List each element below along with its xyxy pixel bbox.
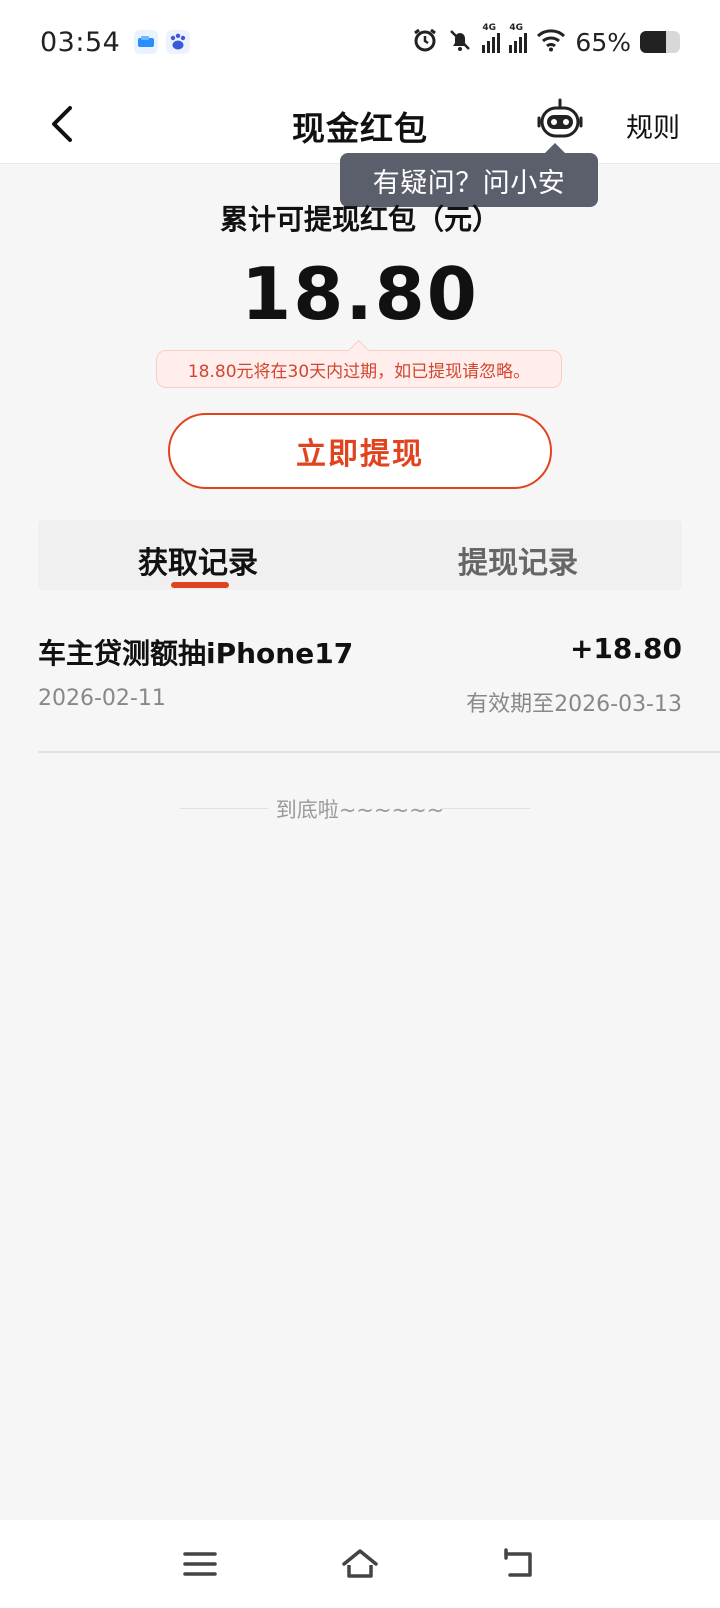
network-type-label: 4G: [482, 23, 497, 33]
status-bar: 03:54 4G 4G 65%: [0, 0, 720, 84]
divider: [38, 751, 720, 753]
record-amount: +18.80: [569, 632, 682, 665]
summary-label: 累计可提现红包（元）: [219, 203, 500, 236]
active-tab-indicator: [171, 582, 229, 588]
record-tabs: 获取记录 提现记录: [38, 520, 682, 590]
withdraw-button[interactable]: 立即提现: [168, 413, 552, 489]
list-end-text: 到底啦~~~~~~: [275, 798, 445, 822]
record-expiry: 有效期至2026-03-13: [466, 692, 682, 717]
assistant-robot-icon[interactable]: [536, 96, 584, 144]
status-time: 03:54: [40, 26, 121, 58]
signal-icon-2: 4G: [509, 23, 528, 53]
battery-percent: 65%: [575, 27, 631, 57]
baidu-paw-icon: [166, 30, 191, 54]
network-type-label: 4G: [509, 23, 524, 33]
cloud-app-icon: [134, 30, 159, 54]
home-icon[interactable]: [336, 1542, 384, 1586]
menu-icon[interactable]: [176, 1542, 224, 1586]
mute-bell-icon: [447, 27, 473, 57]
notification-icons: [134, 30, 191, 54]
battery-icon: [640, 31, 680, 53]
list-item[interactable]: 车主贷测额抽iPhone17 +18.80 2026-02-11 有效期至202…: [38, 632, 682, 752]
record-title: 车主贷测额抽iPhone17: [38, 637, 354, 670]
summary-amount: 18.80: [241, 252, 479, 336]
alarm-icon: [412, 27, 438, 57]
page-title: 现金红包: [292, 109, 428, 148]
back-icon[interactable]: [496, 1542, 544, 1586]
tab-earn-records[interactable]: 获取记录: [138, 538, 258, 582]
rules-link[interactable]: 规则: [626, 106, 680, 145]
status-indicators: 4G 4G 65%: [412, 23, 680, 57]
tab-withdraw-records[interactable]: 提现记录: [458, 538, 578, 582]
wifi-icon: [536, 28, 566, 56]
nav-bar: 现金红包 规则: [0, 84, 720, 164]
expire-notice: 18.80元将在30天内过期，如已提现请忽略。: [156, 350, 562, 388]
end-line-right: [442, 808, 530, 809]
signal-icon-1: 4G: [482, 23, 501, 53]
system-nav-bar: [0, 1520, 720, 1608]
record-date: 2026-02-11: [38, 686, 166, 711]
